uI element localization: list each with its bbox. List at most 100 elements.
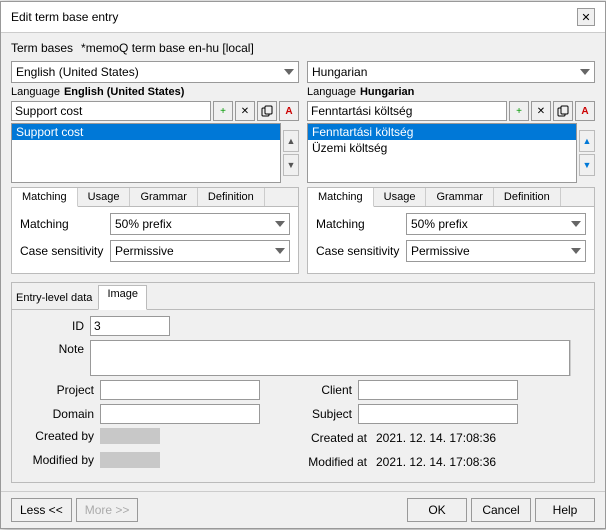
- entry-tabs-header: Entry-level data Image: [12, 283, 594, 310]
- bottom-left-buttons: Less << More >>: [11, 498, 138, 522]
- tab-right-grammar[interactable]: Grammar: [426, 188, 493, 206]
- domain-input[interactable]: [100, 404, 260, 424]
- client-row: Client: [303, 380, 586, 400]
- entry-section-label: Entry-level data: [16, 285, 98, 309]
- modified-by-value: [100, 452, 160, 468]
- right-term-input[interactable]: [307, 101, 507, 121]
- tab-left-usage[interactable]: Usage: [78, 188, 131, 206]
- term-bases-value: *memoQ term base en-hu [local]: [81, 41, 254, 55]
- left-case-row: Case sensitivity Permissive: [20, 240, 290, 262]
- left-language-dropdown[interactable]: English (United States): [11, 61, 299, 83]
- domain-row: Domain: [20, 404, 303, 424]
- project-input[interactable]: [100, 380, 260, 400]
- right-matching-row: Matching 50% prefix: [316, 213, 586, 235]
- bottom-right-buttons: OK Cancel Help: [407, 498, 595, 522]
- tab-right-definition[interactable]: Definition: [494, 188, 561, 206]
- right-matching-select[interactable]: 50% prefix: [406, 213, 586, 235]
- right-down-btn[interactable]: ▼: [579, 154, 595, 176]
- cancel-button[interactable]: Cancel: [471, 498, 531, 522]
- note-scrollbar: [570, 340, 586, 376]
- right-translate-btn[interactable]: A: [575, 101, 595, 121]
- left-translate-btn[interactable]: A: [279, 101, 299, 121]
- subject-col: Subject: [303, 404, 586, 428]
- left-term-input[interactable]: [11, 101, 211, 121]
- edit-term-base-dialog: Edit term base entry ✕ Term bases *memoQ…: [0, 1, 606, 529]
- left-lang-name: English (United States): [64, 86, 184, 98]
- modified-by-col: Modified by: [20, 452, 303, 476]
- left-copy-btn[interactable]: [257, 101, 277, 121]
- tab-right-matching[interactable]: Matching: [308, 188, 374, 207]
- left-down-btn[interactable]: ▼: [283, 154, 299, 176]
- created-by-row: Created by: [20, 428, 303, 444]
- list-item[interactable]: Üzemi költség: [308, 140, 576, 156]
- right-tabs-header: Matching Usage Grammar Definition: [308, 188, 594, 207]
- note-textarea[interactable]: [90, 340, 570, 376]
- left-case-label: Case sensitivity: [20, 244, 110, 258]
- right-panel: Hungarian Language Hungarian + ✕ A: [307, 61, 595, 274]
- id-input[interactable]: [90, 316, 170, 336]
- help-button[interactable]: Help: [535, 498, 595, 522]
- left-add-btn[interactable]: +: [213, 101, 233, 121]
- two-column-layout: English (United States) Language English…: [11, 61, 595, 274]
- subject-input[interactable]: [358, 404, 518, 424]
- left-delete-btn[interactable]: ✕: [235, 101, 255, 121]
- more-button[interactable]: More >>: [76, 498, 139, 522]
- tab-right-usage[interactable]: Usage: [374, 188, 427, 206]
- right-copy-btn[interactable]: [553, 101, 573, 121]
- client-input[interactable]: [358, 380, 518, 400]
- tab-image[interactable]: Image: [98, 285, 147, 310]
- left-list-arrows: ▲ ▼: [283, 123, 299, 183]
- right-lang-label: Language: [307, 86, 356, 98]
- project-client-row: Project Client: [20, 380, 586, 404]
- dialog-title: Edit term base entry: [11, 10, 118, 24]
- modified-by-label: Modified by: [20, 453, 100, 467]
- modified-row: Modified by Modified at 2021. 12. 14. 17…: [20, 452, 586, 476]
- less-button[interactable]: Less <<: [11, 498, 72, 522]
- right-matching-label: Matching: [316, 217, 406, 231]
- term-bases-label: Term bases: [11, 41, 73, 55]
- left-up-btn[interactable]: ▲: [283, 130, 299, 152]
- dialog-body: Term bases *memoQ term base en-hu [local…: [1, 33, 605, 491]
- project-label: Project: [20, 383, 100, 397]
- client-col: Client: [303, 380, 586, 404]
- left-case-select[interactable]: Permissive: [110, 240, 290, 262]
- domain-subject-row: Domain Subject: [20, 404, 586, 428]
- modified-at-col: Modified at 2021. 12. 14. 17:08:36: [303, 452, 586, 476]
- entry-section: Entry-level data Image ID Note: [11, 282, 595, 483]
- left-tabs-header: Matching Usage Grammar Definition: [12, 188, 298, 207]
- left-matching-select[interactable]: 50% prefix: [110, 213, 290, 235]
- right-term-input-row: + ✕ A: [307, 101, 595, 121]
- left-panel: English (United States) Language English…: [11, 61, 299, 274]
- left-list-box[interactable]: Support cost: [11, 123, 281, 183]
- right-delete-btn[interactable]: ✕: [531, 101, 551, 121]
- right-add-btn[interactable]: +: [509, 101, 529, 121]
- right-case-select[interactable]: Permissive: [406, 240, 586, 262]
- right-up-btn[interactable]: ▲: [579, 130, 595, 152]
- created-at-label: Created at: [303, 431, 373, 445]
- close-button[interactable]: ✕: [577, 8, 595, 26]
- tab-left-matching[interactable]: Matching: [12, 188, 78, 207]
- note-container: [90, 340, 586, 376]
- project-col: Project: [20, 380, 303, 404]
- left-matching-label: Matching: [20, 217, 110, 231]
- left-lang-label: Language: [11, 86, 60, 98]
- entry-content: ID Note Project: [12, 310, 594, 482]
- right-tabs-section: Matching Usage Grammar Definition Matchi…: [307, 187, 595, 274]
- client-label: Client: [303, 383, 358, 397]
- right-lang-label-row: Language Hungarian: [307, 86, 595, 98]
- right-language-dropdown[interactable]: Hungarian: [307, 61, 595, 83]
- created-row: Created by Created at 2021. 12. 14. 17:0…: [20, 428, 586, 452]
- left-tabs-section: Matching Usage Grammar Definition Matchi…: [11, 187, 299, 274]
- left-matching-row: Matching 50% prefix: [20, 213, 290, 235]
- tab-left-definition[interactable]: Definition: [198, 188, 265, 206]
- list-item[interactable]: Support cost: [12, 124, 280, 140]
- id-row: ID: [20, 316, 586, 336]
- modified-at-value: 2021. 12. 14. 17:08:36: [373, 452, 499, 472]
- list-item[interactable]: Fenntartási költség: [308, 124, 576, 140]
- right-list-box[interactable]: Fenntartási költség Üzemi költség: [307, 123, 577, 183]
- left-list-container: Support cost ▲ ▼: [11, 123, 299, 183]
- ok-button[interactable]: OK: [407, 498, 467, 522]
- tab-left-grammar[interactable]: Grammar: [130, 188, 197, 206]
- right-list-arrows: ▲ ▼: [579, 123, 595, 183]
- right-tabs-content: Matching 50% prefix Case sensitivity Per…: [308, 207, 594, 273]
